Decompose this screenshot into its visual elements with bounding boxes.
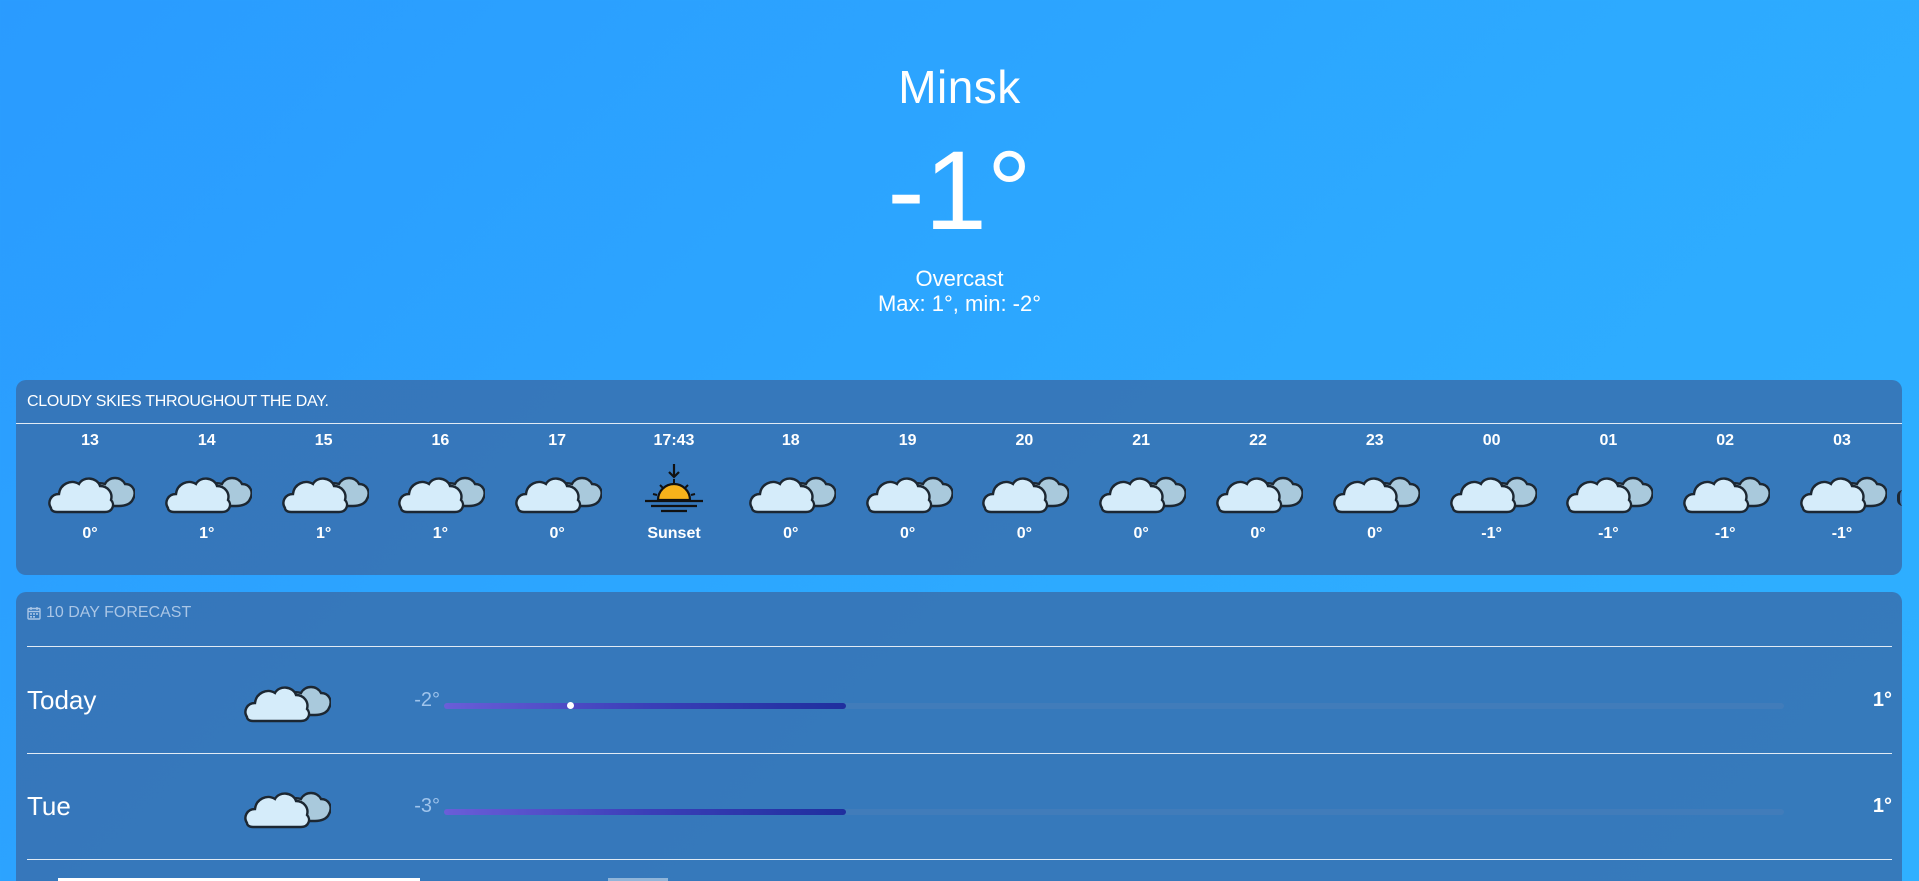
ten-day-header: 10 DAY FORECAST <box>27 604 191 622</box>
cloudy-icon <box>279 462 369 520</box>
temperature-range-track <box>444 809 1784 815</box>
hour-time: 17 <box>548 432 567 449</box>
current-condition: Overcast <box>915 266 1004 291</box>
day-max-temperature: 1° <box>1872 795 1892 817</box>
hour-temperature: 0° <box>1250 525 1266 542</box>
hour-temperature: 0° <box>1133 525 1149 542</box>
cloudy-icon <box>241 777 331 835</box>
hourly-scroll-strip[interactable]: 13 0° 14 1° 15 1° 16 1° 17 0° 17:43 Sunset 18 0° 19 0° 2… <box>16 432 1902 572</box>
hour-temperature: 0° <box>899 525 916 542</box>
hour-temperature: -1° <box>1714 525 1736 542</box>
day-name: Tue <box>27 791 71 821</box>
temperature-range-bar <box>444 809 846 815</box>
cloudy-icon <box>863 462 953 520</box>
hour-time: 19 <box>898 432 917 449</box>
max-min-temperature: Max: 1°, min: -2° <box>877 291 1042 316</box>
cloudy-icon <box>979 462 1069 520</box>
hour-item: 20 0° <box>966 432 1082 572</box>
hour-item: 22 0° <box>1200 432 1316 572</box>
hour-time: 03 <box>1833 432 1851 449</box>
cloudy-icon <box>241 671 331 729</box>
hour-item: 01 -1° <box>1550 432 1666 572</box>
hour-temperature: 0° <box>82 525 98 542</box>
cloudy-icon <box>1213 462 1303 520</box>
temperature-range-track <box>444 702 1784 709</box>
hour-time: 02 <box>1716 432 1735 449</box>
hour-time: 15 <box>314 432 333 449</box>
hour-item: 00 -1° <box>1434 432 1550 572</box>
hour-temperature: 1° <box>199 525 215 542</box>
divider <box>16 423 1902 424</box>
hour-temperature: 0° <box>549 525 565 542</box>
current-temperature: -1° <box>887 128 1032 253</box>
city-name: Minsk <box>898 61 1021 113</box>
cloudy-icon <box>512 462 602 520</box>
hour-temperature: -1° <box>1481 525 1502 542</box>
cloudy-icon <box>162 462 252 520</box>
cloudy-icon <box>1680 462 1770 520</box>
hour-time: 22 <box>1249 432 1267 449</box>
cloudy-icon <box>45 462 135 520</box>
day-max-temperature: 1° <box>1872 689 1892 711</box>
hour-time: 21 <box>1132 432 1151 449</box>
hour-item: 14 1° <box>149 432 265 572</box>
hour-item: 19 0° <box>850 432 966 572</box>
temperature-range-bar <box>444 703 846 709</box>
cloudy-icon <box>746 462 836 520</box>
day-name: Today <box>27 685 97 715</box>
hour-time: 18 <box>781 432 800 449</box>
hour-item: 02 -1° <box>1667 432 1783 572</box>
cloudy-icon <box>1563 462 1653 520</box>
divider <box>27 859 1892 860</box>
hour-temperature: 0° <box>1367 525 1383 542</box>
hour-item: 15 1° <box>266 432 382 572</box>
hour-time: 01 <box>1599 432 1618 449</box>
hour-item: 23 0° <box>1317 432 1433 572</box>
hour-time: 23 <box>1365 432 1384 449</box>
hour-temperature: 1° <box>315 525 332 542</box>
cloudy-icon <box>1096 462 1186 520</box>
hourly-forecast-panel: CLOUDY SKIES THROUGHOUT THE DAY. 13 0° 14 1… <box>16 380 1902 575</box>
sunset-icon <box>629 462 719 520</box>
cloudy-icon <box>1330 462 1420 520</box>
day-row[interactable]: Today -2° 1° <box>16 647 1902 754</box>
calendar-icon <box>27 607 41 620</box>
hour-item: 17:43 Sunset <box>616 432 732 572</box>
hour-temperature: 0° <box>783 525 799 542</box>
hour-temperature: 0° <box>1016 525 1033 542</box>
hour-temperature: Sunset <box>647 525 701 542</box>
hour-temperature: -1° <box>1831 525 1853 542</box>
hour-temperature: -1° <box>1598 525 1619 542</box>
hour-item: 13 0° <box>32 432 148 572</box>
hour-temperature: 1° <box>432 525 449 542</box>
hour-time: 14 <box>197 432 216 449</box>
cloudy-icon <box>1447 462 1537 520</box>
day-min-temperature: -2° <box>414 689 440 711</box>
hour-item: 16 1° <box>382 432 498 572</box>
cloudy-icon <box>1797 462 1887 520</box>
current-weather: Minsk -1° Overcast Max: 1°, min: -2° <box>0 0 1919 370</box>
hour-time: 16 <box>431 432 450 449</box>
hour-item: 18 0° <box>733 432 849 572</box>
hourly-summary: CLOUDY SKIES THROUGHOUT THE DAY. <box>27 393 329 410</box>
day-row[interactable]: Tue -3° 1° <box>16 753 1902 860</box>
ten-day-forecast-panel: 10 DAY FORECAST Today -2° 1° Tue -3° 1° <box>16 592 1902 881</box>
hour-time: 00 <box>1482 432 1501 449</box>
hour-item: 21 0° <box>1083 432 1199 572</box>
hour-time: 13 <box>81 432 99 449</box>
hour-item-peek <box>1897 490 1902 506</box>
hour-time: 20 <box>1015 432 1034 449</box>
cloudy-icon <box>395 462 485 520</box>
day-min-temperature: -3° <box>414 795 440 817</box>
hour-item: 03 -1° <box>1784 432 1900 572</box>
hour-item: 17 0° <box>499 432 615 572</box>
hour-time: 17:43 <box>653 432 695 449</box>
ten-day-header-label: 10 DAY FORECAST <box>46 604 192 621</box>
